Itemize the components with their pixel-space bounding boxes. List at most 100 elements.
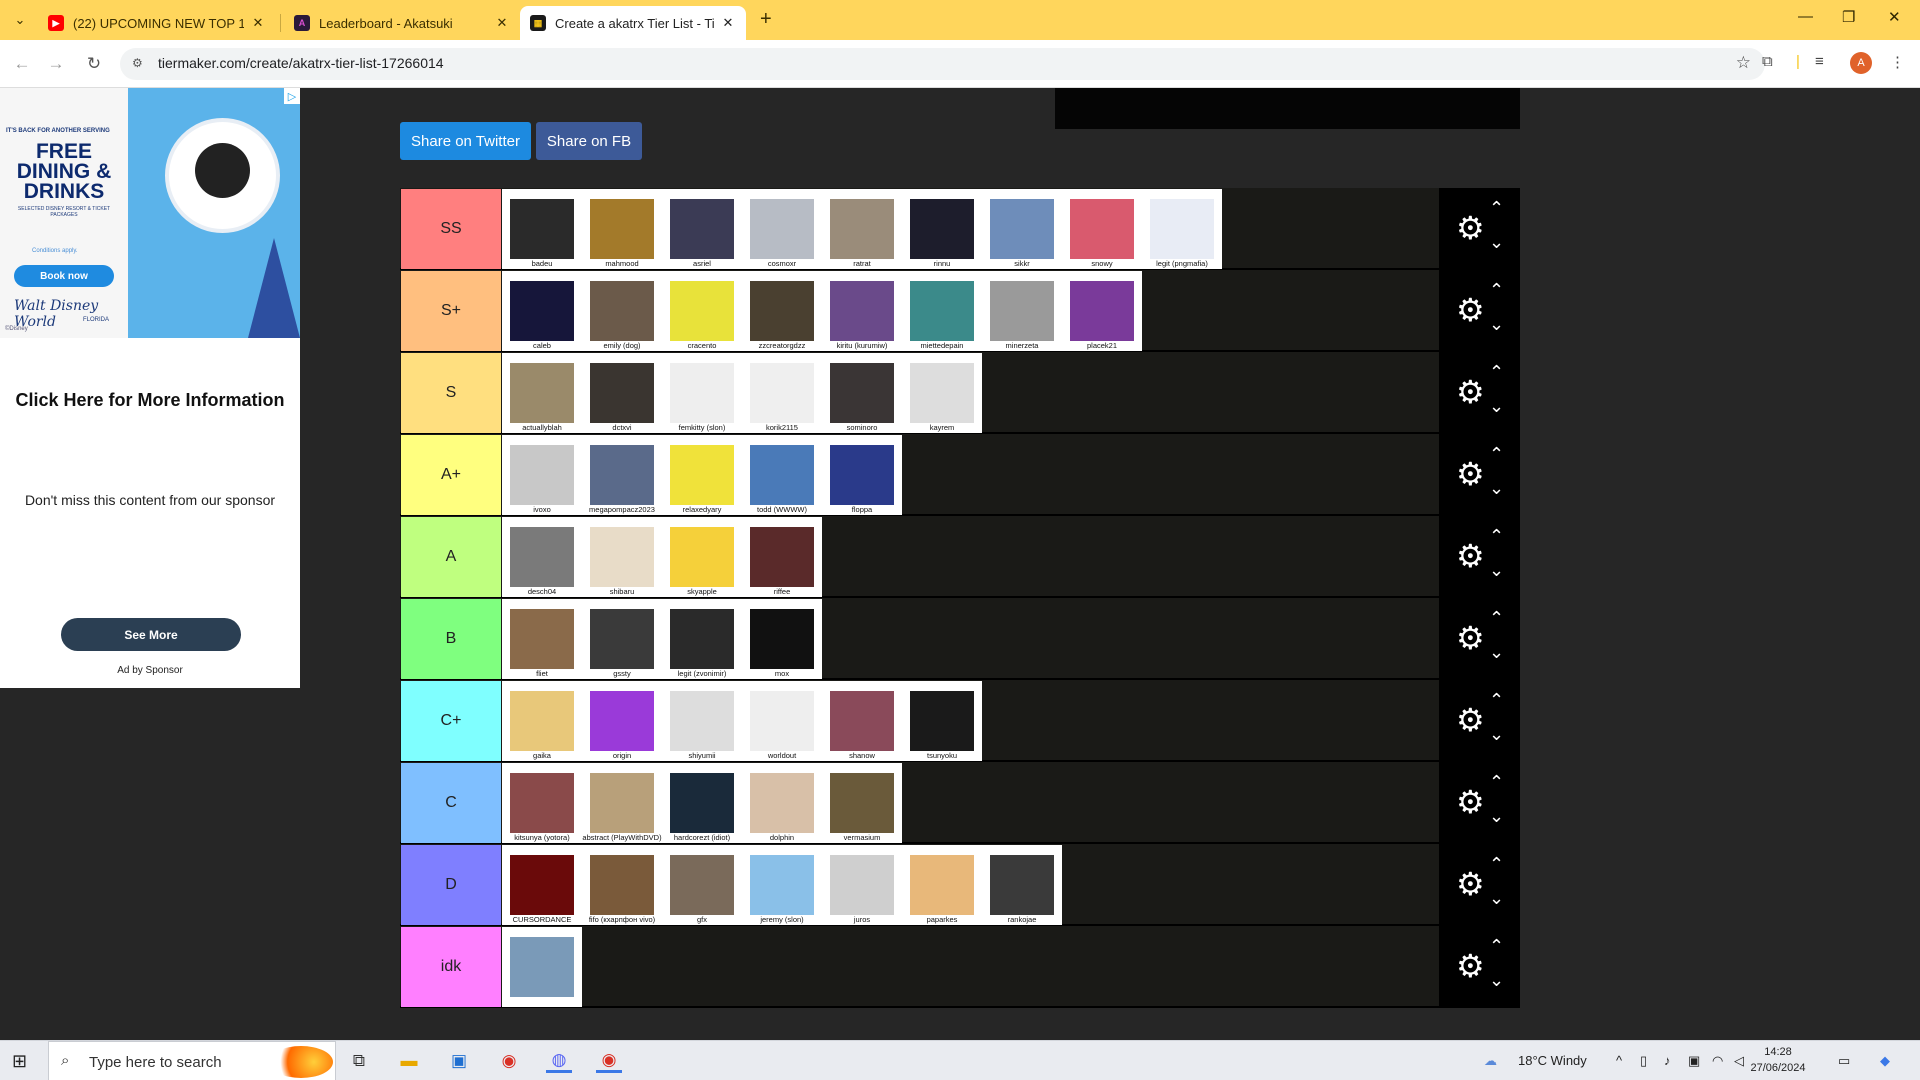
- close-icon[interactable]: ✕: [250, 15, 266, 31]
- adchoices-icon[interactable]: ▷: [284, 88, 300, 104]
- tier-item[interactable]: floppa: [822, 435, 902, 515]
- tier-label[interactable]: idk: [401, 927, 501, 1007]
- tier-item[interactable]: CURSORDANCE: [502, 845, 582, 925]
- site-info-icon[interactable]: ⚙: [132, 56, 143, 70]
- tier-item[interactable]: relaxedyary: [662, 435, 742, 515]
- microphone-icon[interactable]: ♪: [1664, 1053, 1671, 1068]
- tier-item[interactable]: kayrem: [902, 353, 982, 433]
- tier-item[interactable]: shanow: [822, 681, 902, 761]
- menu-icon[interactable]: ⋮: [1890, 53, 1905, 71]
- tier-item[interactable]: kitsunya (yotora): [502, 763, 582, 843]
- share-facebook-button[interactable]: Share on FB: [536, 122, 642, 160]
- tier-item[interactable]: fifo (кхарпфон vivo): [582, 845, 662, 925]
- tier-item[interactable]: origin: [582, 681, 662, 761]
- tab-search-icon[interactable]: ⌄: [8, 8, 32, 32]
- tier-item[interactable]: riffee: [742, 517, 822, 597]
- tier-item[interactable]: snowy: [1062, 189, 1142, 269]
- gear-icon[interactable]: ⚙: [1456, 946, 1485, 986]
- tab-akatsuki[interactable]: A Leaderboard - Akatsuki ✕: [284, 6, 520, 40]
- tier-item[interactable]: mahmood: [582, 189, 662, 269]
- chevron-up-icon[interactable]: ⌃: [1489, 362, 1504, 383]
- tier-item[interactable]: korik2115: [742, 353, 822, 433]
- gear-icon[interactable]: ⚙: [1456, 618, 1485, 658]
- tier-label[interactable]: SS: [401, 189, 501, 269]
- ad-sponsor-link[interactable]: Sponsor: [146, 665, 183, 676]
- chevron-up-icon[interactable]: ⌃: [1489, 772, 1504, 793]
- gear-icon[interactable]: ⚙: [1456, 372, 1485, 412]
- gear-icon[interactable]: ⚙: [1456, 208, 1485, 248]
- tier-item[interactable]: [502, 927, 582, 1007]
- back-icon[interactable]: ←: [10, 52, 34, 76]
- tier-label[interactable]: A+: [401, 435, 501, 515]
- chevron-down-icon[interactable]: ⌄: [1489, 642, 1504, 663]
- bookmark-star-icon[interactable]: ☆: [1736, 53, 1751, 73]
- tier-item[interactable]: cosmoxr: [742, 189, 822, 269]
- tier-item[interactable]: paparkes: [902, 845, 982, 925]
- tier-item[interactable]: kiritu (kurumiw): [822, 271, 902, 351]
- chevron-down-icon[interactable]: ⌄: [1489, 806, 1504, 827]
- tier-item[interactable]: miettedepain: [902, 271, 982, 351]
- tier-label[interactable]: A: [401, 517, 501, 597]
- search-placeholder[interactable]: Type here to search: [89, 1054, 222, 1071]
- tier-item[interactable]: actuallyblah: [502, 353, 582, 433]
- forward-icon[interactable]: →: [44, 52, 68, 76]
- system-clock[interactable]: 14:28 27/06/2024: [1748, 1044, 1808, 1076]
- chrome-active-icon[interactable]: ◉: [596, 1049, 622, 1073]
- gear-icon[interactable]: ⚙: [1456, 864, 1485, 904]
- tier-item[interactable]: ratrat: [822, 189, 902, 269]
- tier-item[interactable]: vermasium: [822, 763, 902, 843]
- new-tab-icon[interactable]: +: [760, 8, 772, 31]
- profile-avatar[interactable]: A: [1850, 52, 1872, 74]
- weather-icon[interactable]: ☁: [1484, 1053, 1497, 1069]
- discord-icon[interactable]: ◍: [546, 1049, 572, 1073]
- tab-tiermaker[interactable]: ▦ Create a akatrx Tier List - TierM ✕: [520, 6, 746, 40]
- copilot-icon[interactable]: ◆: [1880, 1053, 1890, 1069]
- tier-item[interactable]: dolphin: [742, 763, 822, 843]
- tier-item[interactable]: hardcorezt (idiot): [662, 763, 742, 843]
- close-window-icon[interactable]: ✕: [1888, 8, 1901, 26]
- tier-item[interactable]: legit (pngmafia): [1142, 189, 1222, 269]
- gear-icon[interactable]: ⚙: [1456, 454, 1485, 494]
- minimize-icon[interactable]: —: [1798, 8, 1813, 25]
- notifications-icon[interactable]: ▭: [1838, 1053, 1850, 1069]
- tier-item[interactable]: femkitty (slon): [662, 353, 742, 433]
- close-icon[interactable]: ✕: [494, 15, 510, 31]
- tier-label[interactable]: C+: [401, 681, 501, 761]
- chevron-down-icon[interactable]: ⌄: [1489, 888, 1504, 909]
- extensions-icon[interactable]: ⧉: [1762, 53, 1773, 70]
- sponsor-ad[interactable]: IT'S BACK FOR ANOTHER SERVING FREE DININ…: [0, 88, 300, 688]
- search-highlight-icon[interactable]: [269, 1046, 333, 1078]
- tier-item[interactable]: todd (WWWW): [742, 435, 822, 515]
- tier-label[interactable]: S: [401, 353, 501, 433]
- tier-label[interactable]: B: [401, 599, 501, 679]
- chrome-icon[interactable]: ◉: [496, 1049, 522, 1073]
- task-view-icon[interactable]: ⧉: [346, 1049, 372, 1073]
- weather-text[interactable]: 18°C Windy: [1518, 1053, 1587, 1068]
- reload-icon[interactable]: ↻: [82, 52, 106, 76]
- tier-label[interactable]: S+: [401, 271, 501, 351]
- chevron-down-icon[interactable]: ⌄: [1489, 560, 1504, 581]
- tier-item[interactable]: fliet: [502, 599, 582, 679]
- chevron-up-icon[interactable]: ⌃: [1489, 444, 1504, 465]
- tier-item[interactable]: dctxvi: [582, 353, 662, 433]
- chevron-up-icon[interactable]: ⌃: [1489, 690, 1504, 711]
- ad-see-more-button[interactable]: See More: [61, 618, 241, 651]
- tier-item[interactable]: abstract (PlayWithDVD): [582, 763, 662, 843]
- windows-start-icon[interactable]: ⊞: [12, 1051, 27, 1072]
- tier-item[interactable]: asriel: [662, 189, 742, 269]
- chevron-up-icon[interactable]: ⌃: [1489, 608, 1504, 629]
- chevron-up-icon[interactable]: ⌃: [1489, 198, 1504, 219]
- chevron-up-icon[interactable]: ⌃: [1489, 526, 1504, 547]
- tier-item[interactable]: rankojae: [982, 845, 1062, 925]
- volume-icon[interactable]: ◁: [1734, 1053, 1744, 1069]
- tier-label[interactable]: D: [401, 845, 501, 925]
- chevron-up-icon[interactable]: ⌃: [1489, 936, 1504, 957]
- chevron-up-icon[interactable]: ⌃: [1489, 854, 1504, 875]
- tier-label[interactable]: C: [401, 763, 501, 843]
- share-twitter-button[interactable]: Share on Twitter: [400, 122, 531, 160]
- tier-item[interactable]: sominoro: [822, 353, 902, 433]
- tier-item[interactable]: caleb: [502, 271, 582, 351]
- chevron-up-icon[interactable]: ⌃: [1489, 280, 1504, 301]
- file-explorer-icon[interactable]: ▬: [396, 1049, 422, 1073]
- tier-item[interactable]: shiyumii: [662, 681, 742, 761]
